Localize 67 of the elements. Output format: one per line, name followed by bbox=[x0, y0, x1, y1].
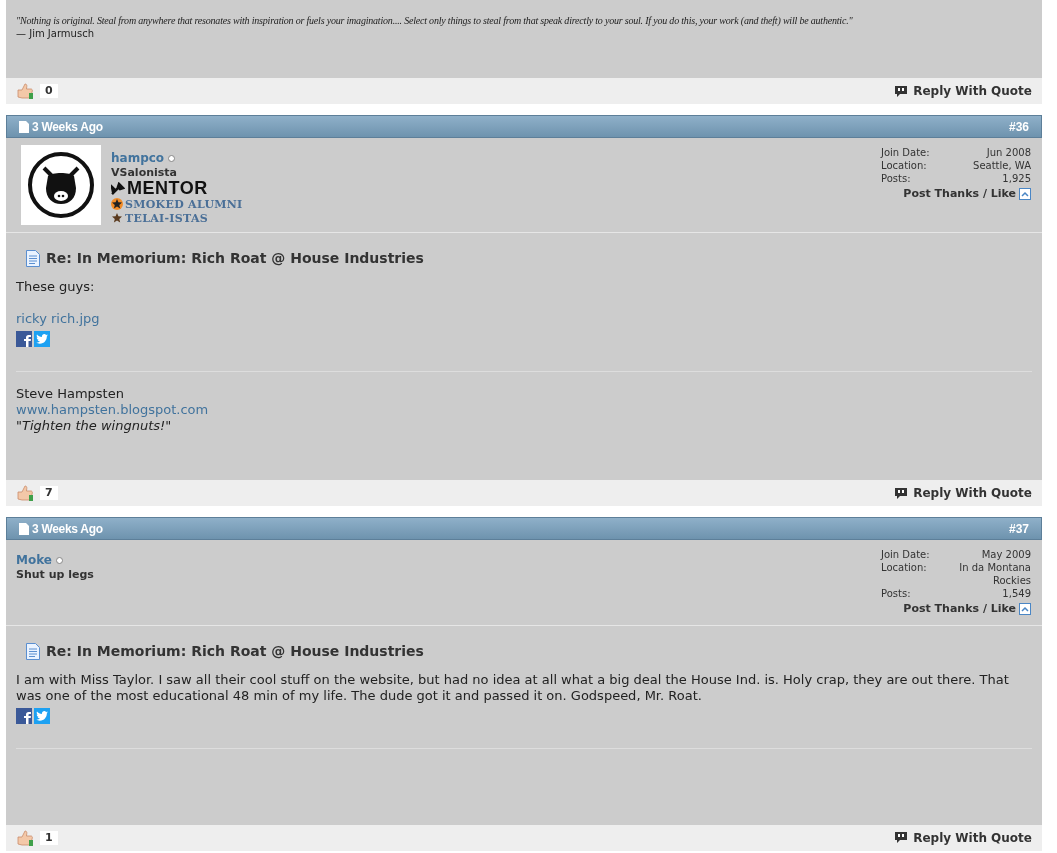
post-date: 3 Weeks Ago bbox=[32, 520, 103, 538]
user-title: Shut up legs bbox=[16, 568, 94, 582]
page-icon bbox=[19, 522, 29, 535]
speech-bubble-icon bbox=[894, 84, 909, 98]
chevron-up-icon bbox=[1021, 191, 1029, 198]
facebook-share-button[interactable] bbox=[16, 707, 32, 724]
reply-with-quote-link[interactable]: Reply With Quote bbox=[894, 82, 1032, 100]
post-date: 3 Weeks Ago bbox=[32, 118, 103, 136]
twitter-share-button[interactable] bbox=[34, 707, 50, 724]
stat-value: 1,549 bbox=[1001, 587, 1031, 600]
stat-value: 1,925 bbox=[1001, 172, 1031, 185]
rank-label: SMOKED ALUMNI bbox=[125, 197, 243, 211]
stat-label: Join Date: bbox=[881, 146, 931, 159]
post-thanks-link[interactable]: Post Thanks / Like bbox=[903, 601, 1016, 618]
user-avatar[interactable] bbox=[21, 145, 101, 225]
attachment-link[interactable]: ricky rich.jpg bbox=[16, 311, 100, 327]
user-title: VSalonista bbox=[111, 166, 179, 180]
stat-label: Location: bbox=[881, 159, 928, 172]
signature-motto: "Tighten the wingnuts!" bbox=[16, 418, 173, 434]
post-text: These guys: bbox=[16, 279, 96, 295]
stat-value: Jun 2008 bbox=[985, 146, 1031, 159]
document-icon bbox=[26, 250, 40, 267]
reply-with-quote-link[interactable]: Reply With Quote bbox=[894, 828, 1032, 847]
document-icon bbox=[26, 642, 40, 660]
stat-value: In da Montana Rockies bbox=[958, 561, 1031, 587]
stat-value: Seattle, WA bbox=[972, 159, 1031, 172]
signature-quote: "Nothing is original. Steal from anywhere that resonates with inspiration or fuels your imagination.... Select only things to steal from that speak directly to your soul. If you do this, your work (and theft) will be authentic." bbox=[16, 14, 854, 27]
star-icon bbox=[111, 198, 123, 210]
stat-label: Join Date: bbox=[881, 548, 930, 561]
boar-head-icon bbox=[26, 150, 96, 220]
thumbs-up-icon[interactable] bbox=[16, 82, 34, 100]
speech-bubble-icon bbox=[894, 486, 909, 500]
post-number-link[interactable]: #37 bbox=[1008, 519, 1029, 538]
stat-label: Posts: bbox=[881, 587, 912, 600]
username-link[interactable]: hampco bbox=[111, 151, 165, 166]
like-count: 0 bbox=[40, 84, 58, 98]
thumbs-up-icon[interactable] bbox=[16, 484, 34, 502]
reply-with-quote-link[interactable]: Reply With Quote bbox=[894, 484, 1032, 502]
thumbs-up-icon[interactable] bbox=[16, 828, 34, 847]
like-count: 7 bbox=[40, 486, 58, 500]
post-title: Re: In Memorium: Rich Roat @ House Industries bbox=[46, 641, 424, 661]
chevron-up-icon bbox=[1021, 606, 1029, 613]
rank-label: TELAI-ISTAS bbox=[125, 211, 208, 225]
post-text: I am with Miss Taylor. I saw all their cool stuff on the website, but had no idea at all what a big deal the House Ind. is. Holy crap, they are out there. That was one of the most educational 48 min of my life. The dude got it and passed it on. Godspeed, Mr. Roat. bbox=[16, 671, 1010, 704]
post-thanks-link[interactable]: Post Thanks / Like bbox=[903, 186, 1016, 203]
quote-attribution: — Jim Jarmusch bbox=[16, 27, 95, 40]
like-count: 1 bbox=[40, 830, 58, 845]
star-icon bbox=[111, 212, 123, 224]
post-title: Re: In Memorium: Rich Roat @ House Industries bbox=[46, 249, 424, 268]
blog-link[interactable]: www.hampsten.blogspot.com bbox=[16, 402, 209, 418]
collapse-button[interactable] bbox=[1019, 603, 1031, 616]
stat-label: Location: bbox=[881, 561, 928, 575]
twitter-share-button[interactable] bbox=[34, 331, 50, 347]
signature-name: Steve Hampsten bbox=[16, 386, 125, 402]
stat-label: Posts: bbox=[881, 172, 912, 185]
collapse-button[interactable] bbox=[1019, 188, 1031, 201]
facebook-icon bbox=[23, 334, 32, 347]
speech-bubble-icon bbox=[894, 831, 909, 844]
post-number-link[interactable]: #36 bbox=[1008, 117, 1029, 136]
facebook-share-button[interactable] bbox=[16, 331, 32, 347]
bird-icon bbox=[36, 710, 48, 721]
username-link[interactable]: Moke bbox=[16, 553, 52, 568]
stat-value: May 2009 bbox=[980, 548, 1031, 561]
facebook-icon bbox=[23, 710, 32, 724]
rank-label: MENTOR bbox=[127, 180, 208, 197]
page-icon bbox=[19, 120, 29, 133]
bird-icon bbox=[36, 334, 48, 344]
